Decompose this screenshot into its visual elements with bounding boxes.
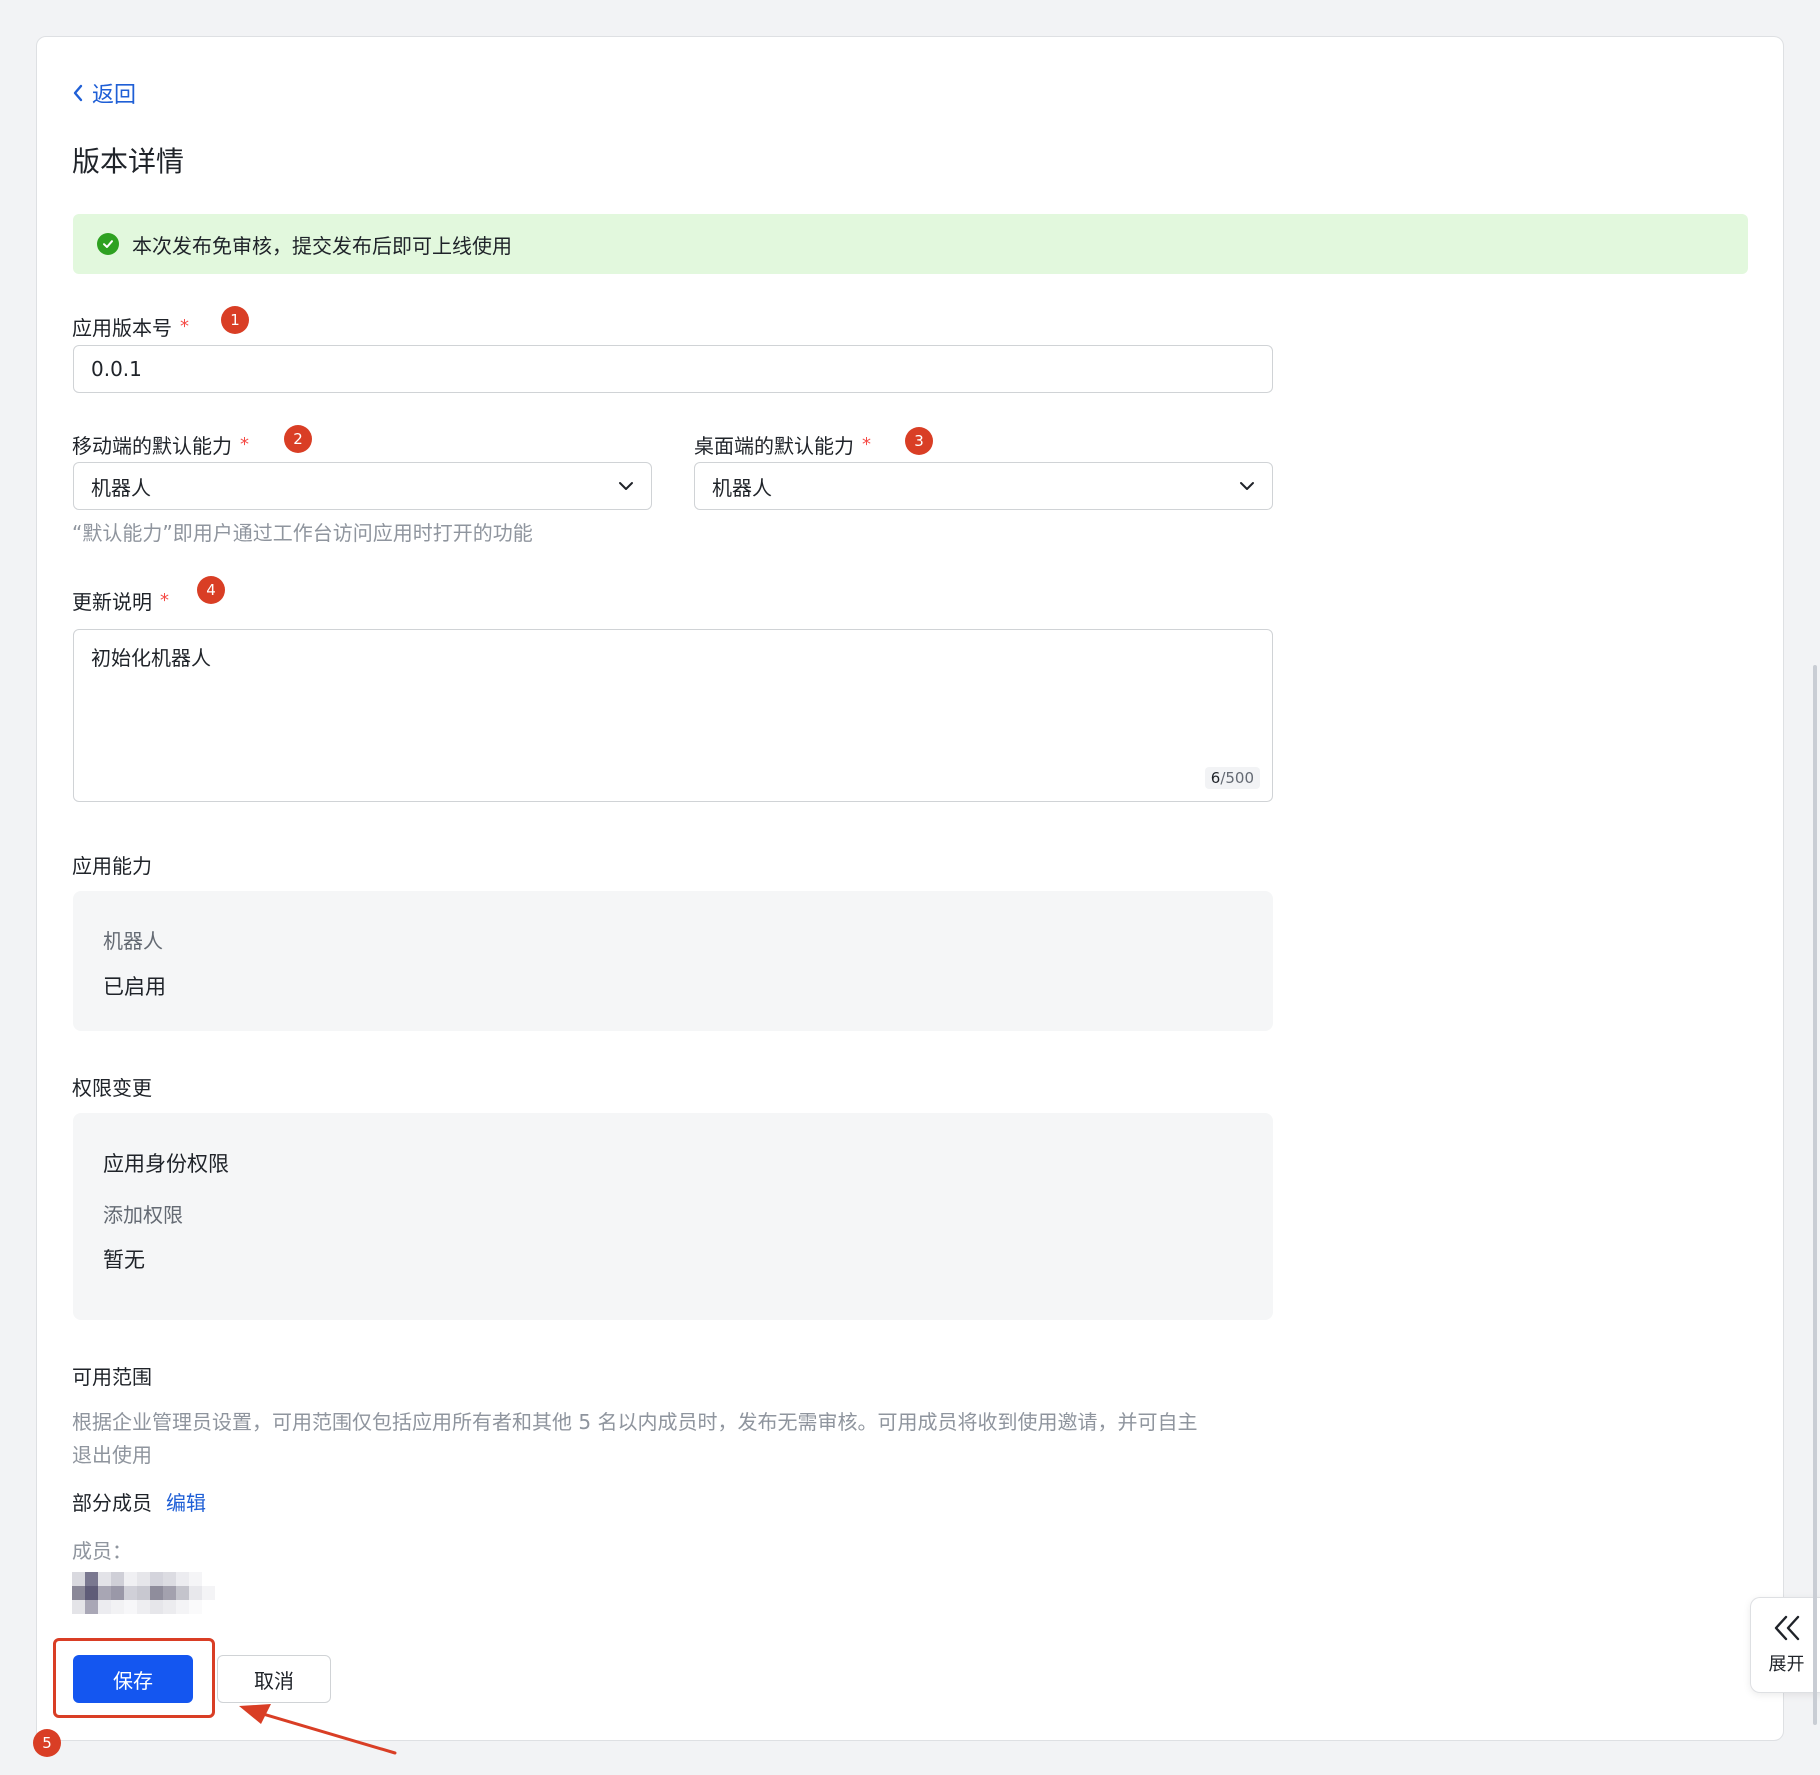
desktop-default-value: 机器人 [712, 475, 772, 500]
release-notes-value: 初始化机器人 [91, 646, 211, 670]
capability-name: 机器人 [103, 929, 163, 953]
version-label: 应用版本号 [72, 316, 172, 340]
mobile-default-label-row: 移动端的默认能力 * [72, 430, 249, 459]
annotation-badge-5: 5 [33, 1729, 61, 1757]
mobile-default-label: 移动端的默认能力 [72, 434, 232, 458]
capability-status: 已启用 [103, 975, 166, 999]
scrollbar[interactable] [1813, 665, 1817, 1725]
scope-desc-line2: 退出使用 [72, 1443, 152, 1467]
permission-group: 应用身份权限 [103, 1152, 229, 1176]
chevron-down-icon [1240, 482, 1254, 490]
permissions-panel: 应用身份权限 添加权限 暂无 [73, 1113, 1273, 1320]
release-notes-textarea[interactable]: 初始化机器人 6/500 [73, 629, 1273, 802]
permission-added-value: 暂无 [103, 1248, 145, 1272]
check-circle-icon [97, 233, 119, 255]
edit-scope-link[interactable]: 编辑 [166, 1487, 206, 1516]
version-input[interactable]: 0.0.1 [73, 345, 1273, 393]
success-alert: 本次发布免审核，提交发布后即可上线使用 [73, 214, 1748, 274]
version-value: 0.0.1 [91, 357, 142, 381]
annotation-arrow-icon [239, 1704, 397, 1755]
required-mark: * [180, 316, 189, 337]
annotation-badge-4: 4 [197, 576, 225, 604]
capabilities-panel: 机器人 已启用 [73, 891, 1273, 1031]
expand-label: 展开 [1768, 1654, 1805, 1675]
desktop-default-label-row: 桌面端的默认能力 * [694, 430, 871, 459]
capabilities-title: 应用能力 [72, 854, 152, 878]
double-chevron-left-icon [1774, 1615, 1799, 1641]
chevron-down-icon [619, 482, 633, 490]
version-label-row: 应用版本号 * [72, 312, 189, 341]
alert-text: 本次发布免审核，提交发布后即可上线使用 [132, 233, 512, 258]
page-title: 版本详情 [72, 145, 185, 178]
permission-added-label: 添加权限 [103, 1203, 183, 1227]
mobile-default-value: 机器人 [91, 475, 151, 500]
back-link[interactable]: 返回 [72, 77, 136, 109]
char-count: 6 [1210, 769, 1221, 787]
members-label: 成员： [72, 1539, 132, 1563]
release-notes-label: 更新说明 [72, 590, 152, 614]
scope-desc-line1: 根据企业管理员设置，可用范围仅包括应用所有者和其他 5 名以内成员时，发布无需审… [72, 1410, 1198, 1434]
release-notes-label-row: 更新说明 * [72, 586, 169, 615]
required-mark: * [240, 434, 249, 455]
annotation-badge-3: 3 [905, 427, 933, 455]
default-ability-hint: “默认能力”即用户通过工作台访问应用时打开的功能 [72, 521, 533, 545]
cancel-button[interactable]: 取消 [217, 1655, 331, 1703]
annotation-badge-1: 1 [221, 306, 249, 334]
save-highlight-box [53, 1638, 215, 1718]
desktop-default-label: 桌面端的默认能力 [694, 434, 854, 458]
permissions-title: 权限变更 [72, 1076, 152, 1100]
expand-panel-button[interactable]: 展开 [1750, 1597, 1820, 1693]
chevron-left-icon [73, 84, 83, 102]
mobile-default-select[interactable]: 机器人 [73, 462, 652, 510]
char-max: /500 [1220, 769, 1254, 787]
scope-mode: 部分成员 [72, 1491, 152, 1515]
back-label: 返回 [92, 83, 137, 108]
scope-mode-row: 部分成员 编辑 [72, 1487, 206, 1516]
required-mark: * [160, 590, 169, 611]
member-avatar-blurred [72, 1572, 215, 1614]
main-card [36, 36, 1784, 1741]
annotation-badge-2: 2 [284, 425, 312, 453]
char-counter: 6/500 [1204, 767, 1260, 789]
scope-title: 可用范围 [72, 1365, 152, 1389]
required-mark: * [862, 434, 871, 455]
desktop-default-select[interactable]: 机器人 [694, 462, 1273, 510]
